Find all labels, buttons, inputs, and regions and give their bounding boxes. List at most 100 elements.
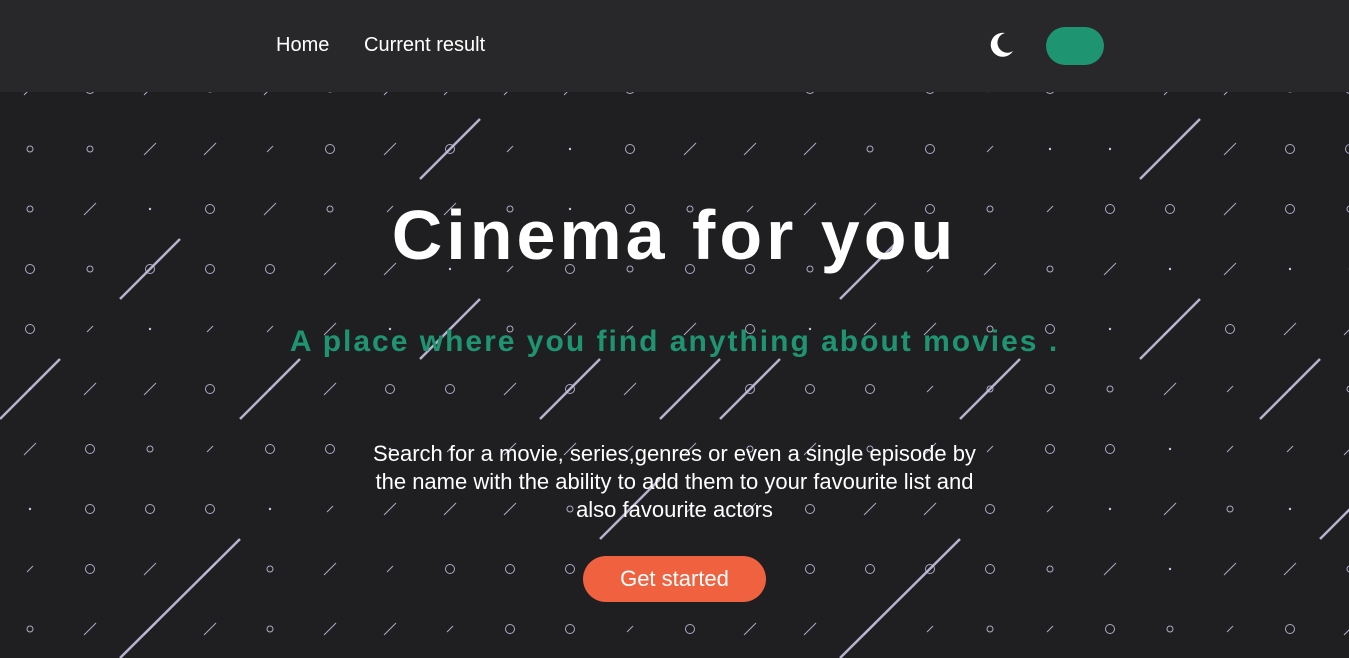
pattern-dot bbox=[1168, 567, 1172, 571]
pattern-circle bbox=[1045, 444, 1055, 454]
pattern-circle bbox=[625, 144, 635, 154]
pattern-circle bbox=[1346, 92, 1349, 94]
pattern-circle bbox=[1046, 565, 1054, 573]
pattern-slash bbox=[323, 622, 337, 636]
pattern-circle bbox=[266, 625, 274, 633]
get-started-button[interactable]: Get started bbox=[583, 556, 766, 602]
pattern-circle bbox=[985, 564, 995, 574]
pattern-circle bbox=[85, 444, 95, 454]
pattern-dot bbox=[1048, 147, 1052, 151]
pattern-dot bbox=[268, 507, 272, 511]
pattern-slash bbox=[26, 565, 34, 573]
pattern-dot bbox=[1168, 447, 1172, 451]
pattern-slash bbox=[1163, 382, 1177, 396]
pattern-streak bbox=[239, 358, 301, 420]
pattern-streak bbox=[119, 538, 241, 658]
pattern-circle bbox=[505, 564, 515, 574]
pattern-circle bbox=[26, 145, 34, 153]
pattern-slash bbox=[143, 562, 157, 576]
pattern-slash bbox=[266, 145, 274, 153]
pattern-streak bbox=[1259, 358, 1321, 420]
pattern-circle bbox=[1106, 385, 1114, 393]
nav-link-home[interactable]: Home bbox=[276, 32, 329, 58]
pattern-slash bbox=[563, 92, 568, 96]
pattern-circle bbox=[865, 564, 875, 574]
pattern-circle bbox=[86, 92, 94, 94]
pattern-circle bbox=[865, 384, 875, 394]
pattern-dot bbox=[1288, 507, 1292, 511]
pattern-slash bbox=[1163, 92, 1168, 96]
pattern-slash bbox=[323, 382, 337, 396]
pattern-circle bbox=[1285, 144, 1295, 154]
pattern-circle bbox=[145, 504, 155, 514]
pattern-slash bbox=[263, 92, 268, 96]
pattern-slash bbox=[386, 565, 394, 573]
pattern-circle bbox=[985, 504, 995, 514]
pattern-streak bbox=[0, 358, 61, 420]
pattern-circle bbox=[205, 504, 215, 514]
pattern-slash bbox=[446, 625, 454, 633]
pattern-slash bbox=[143, 142, 157, 156]
pattern-circle bbox=[1045, 384, 1055, 394]
pattern-slash bbox=[1226, 385, 1234, 393]
pattern-circle bbox=[685, 624, 695, 634]
pattern-streak bbox=[419, 118, 481, 180]
pattern-circle bbox=[266, 565, 274, 573]
pattern-streak bbox=[1319, 508, 1349, 540]
theme-toggle-button[interactable] bbox=[1046, 27, 1104, 65]
pattern-circle bbox=[866, 145, 874, 153]
pattern-slash bbox=[1283, 562, 1297, 576]
pattern-slash bbox=[506, 145, 514, 153]
nav-link-current-result[interactable]: Current result bbox=[364, 32, 485, 58]
pattern-circle bbox=[806, 92, 814, 94]
pattern-circle bbox=[505, 624, 515, 634]
pattern-circle bbox=[1166, 625, 1174, 633]
pattern-circle bbox=[565, 564, 575, 574]
pattern-circle bbox=[925, 144, 935, 154]
pattern-circle bbox=[146, 445, 154, 453]
pattern-circle bbox=[565, 624, 575, 634]
pattern-circle bbox=[1345, 144, 1349, 154]
pattern-slash bbox=[1226, 625, 1234, 633]
pattern-slash bbox=[1343, 449, 1349, 456]
navbar: Home Current result bbox=[0, 0, 1349, 92]
pattern-circle bbox=[325, 444, 335, 454]
pattern-slash bbox=[1223, 562, 1237, 576]
moon-icon[interactable] bbox=[985, 29, 1017, 61]
pattern-slash bbox=[1226, 445, 1234, 453]
pattern-circle bbox=[1046, 92, 1054, 94]
pattern-slash bbox=[1046, 625, 1054, 633]
pattern-circle bbox=[1226, 505, 1234, 513]
pattern-circle bbox=[1105, 624, 1115, 634]
pattern-circle bbox=[385, 384, 395, 394]
pattern-slash bbox=[926, 385, 934, 393]
pattern-circle bbox=[986, 625, 994, 633]
pattern-slash bbox=[1223, 92, 1228, 96]
pattern-slash bbox=[623, 382, 637, 396]
pattern-slash bbox=[323, 562, 337, 576]
pattern-slash bbox=[986, 445, 994, 453]
pattern-slash bbox=[926, 625, 934, 633]
pattern-circle bbox=[26, 625, 34, 633]
pattern-streak bbox=[959, 358, 1021, 420]
pattern-slash bbox=[83, 622, 97, 636]
pattern-slash bbox=[986, 145, 994, 153]
pattern-slash bbox=[503, 382, 517, 396]
pattern-slash bbox=[1103, 562, 1117, 576]
pattern-circle bbox=[325, 144, 335, 154]
hero-title: Cinema for you bbox=[391, 196, 958, 274]
pattern-slash bbox=[203, 142, 217, 156]
pattern-slash bbox=[383, 142, 397, 156]
pattern-slash bbox=[626, 625, 634, 633]
pattern-slash bbox=[1286, 445, 1294, 453]
pattern-slash bbox=[503, 92, 508, 96]
pattern-slash bbox=[683, 142, 697, 156]
hero-description: Search for a movie, series,genres or eve… bbox=[373, 441, 976, 522]
pattern-slash bbox=[803, 622, 817, 636]
pattern-dot bbox=[28, 507, 32, 511]
pattern-dot bbox=[1108, 507, 1112, 511]
pattern-circle bbox=[86, 145, 94, 153]
pattern-circle bbox=[1285, 624, 1295, 634]
pattern-circle bbox=[626, 92, 634, 94]
hero-section: Cinema for you A place where you find an… bbox=[0, 92, 1349, 658]
